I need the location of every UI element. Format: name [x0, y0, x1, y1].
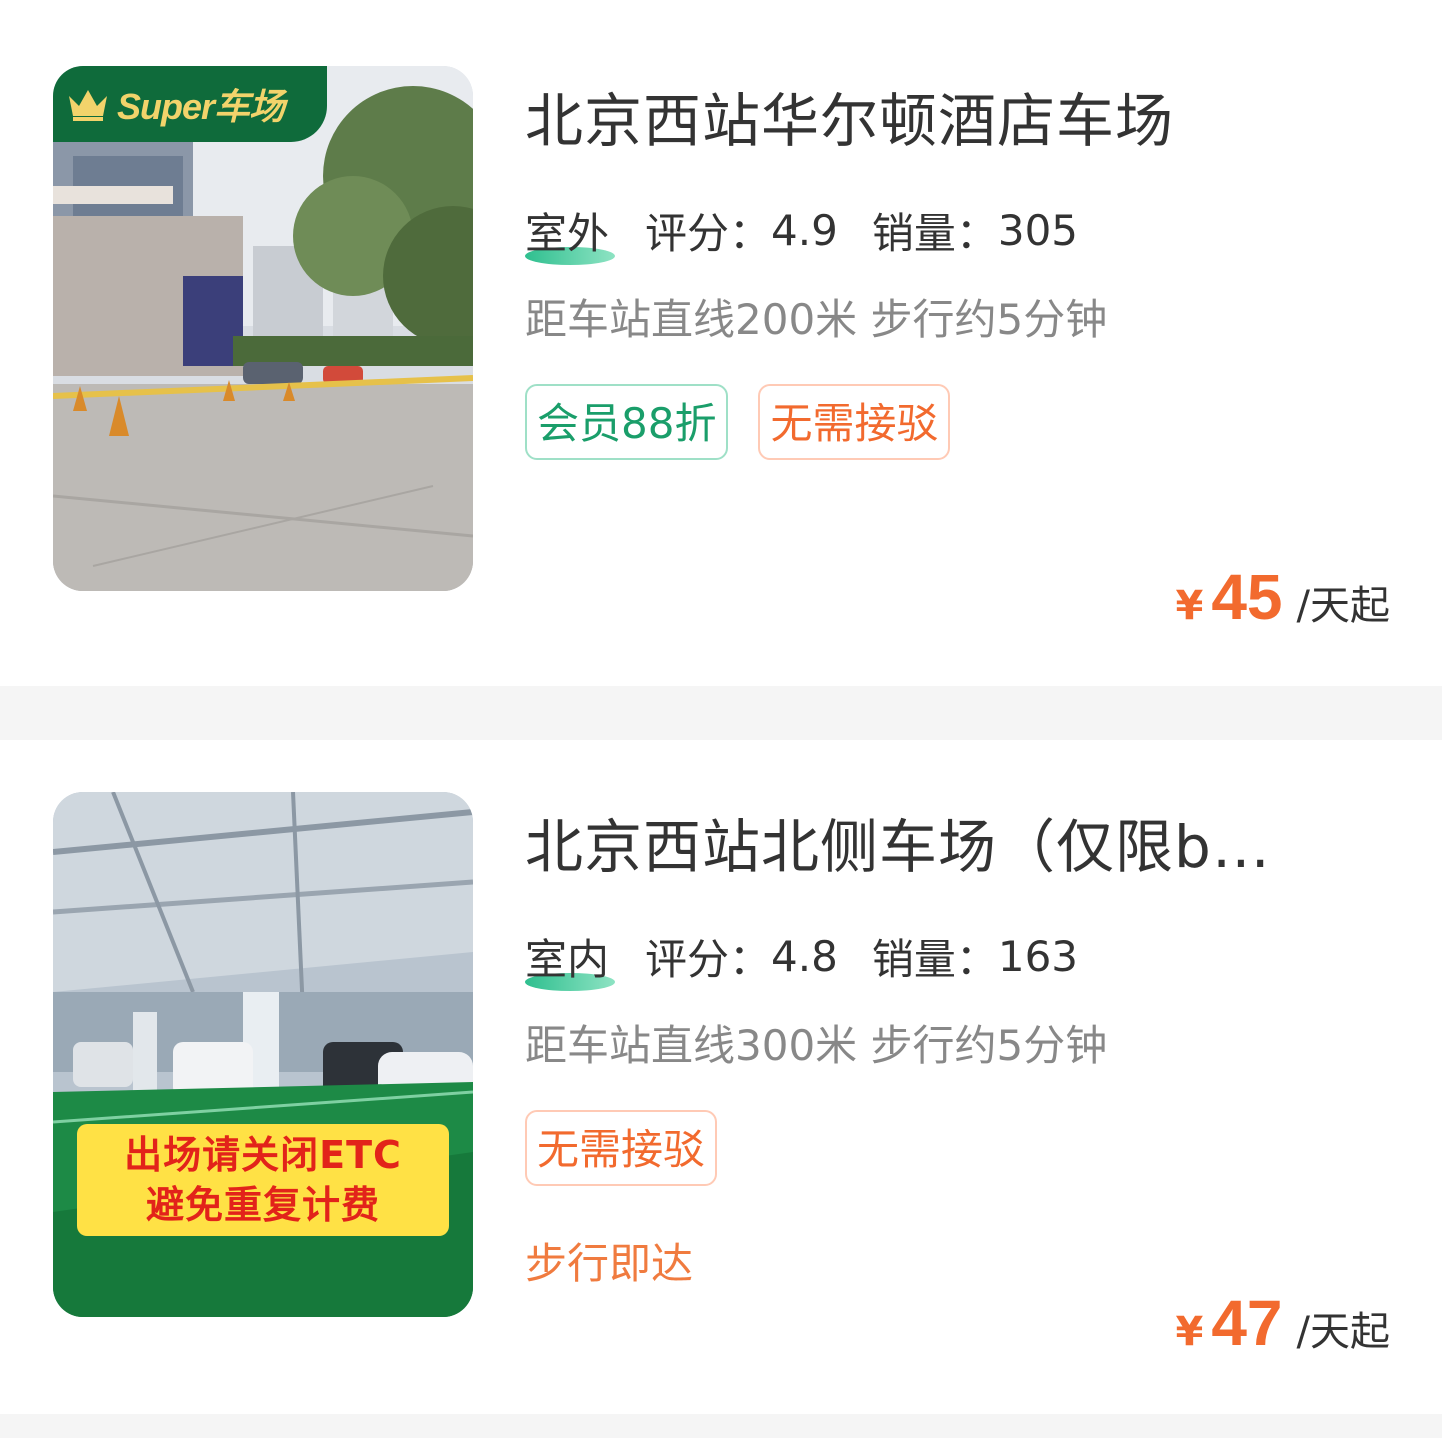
- price-currency: ¥: [1175, 1309, 1204, 1355]
- tag-list: 会员88折 无需接驳: [525, 384, 980, 460]
- banner-line-1: 出场请关闭ETC: [124, 1133, 402, 1177]
- price-currency: ¥: [1175, 583, 1204, 629]
- listing-meta: 室内 评分： 4.8 销量： 163: [525, 926, 1079, 991]
- parking-listing-card[interactable]: 出场请关闭ETC 避免重复计费 北京西站北侧车场（仅限b… 室内 评分： 4.8…: [0, 740, 1442, 1414]
- parking-lot-photo: 出场请关闭ETC 避免重复计费: [53, 792, 473, 1317]
- sales-value: 305: [997, 206, 1079, 255]
- distance-info: 距车站直线200米 步行约5分钟: [525, 295, 1108, 344]
- super-lot-badge: Super车场: [53, 66, 327, 142]
- listing-meta: 室外 评分： 4.9 销量： 305: [525, 200, 1079, 265]
- price: ¥ 45 /天起: [1175, 560, 1390, 634]
- price-unit: /天起: [1296, 1309, 1390, 1355]
- price-unit: /天起: [1296, 583, 1390, 629]
- environment-label: 室内: [525, 926, 615, 991]
- environment-label: 室外: [525, 200, 615, 265]
- banner-line-2: 避免重复计费: [145, 1183, 380, 1227]
- environment-text: 室内: [525, 935, 610, 984]
- parking-listing-card[interactable]: Super车场 北京西站华尔顿酒店车场 室外 评分： 4.9 销量： 305 距…: [0, 0, 1442, 686]
- rating-label: 评分：: [645, 935, 772, 984]
- sales-label: 销量：: [871, 935, 998, 984]
- distance-info: 距车站直线300米 步行约5分钟: [525, 1021, 1108, 1070]
- crown-icon: [69, 90, 107, 121]
- listing-title[interactable]: 北京西站北侧车场（仅限b…: [525, 800, 1285, 884]
- no-shuttle-tag: 无需接驳: [758, 384, 951, 460]
- tag-list: 无需接驳: [525, 1110, 747, 1186]
- rating-value: 4.9: [771, 206, 838, 255]
- badge-text: Super车场: [117, 86, 285, 127]
- price-amount: 45: [1211, 561, 1283, 633]
- member-discount-tag: 会员88折: [525, 384, 729, 460]
- sales-label: 销量：: [871, 209, 998, 258]
- environment-text: 室外: [525, 209, 610, 258]
- price-amount: 47: [1211, 1287, 1283, 1359]
- walk-note: 步行即达: [525, 1239, 694, 1288]
- no-shuttle-tag: 无需接驳: [525, 1110, 718, 1186]
- price: ¥ 47 /天起: [1175, 1286, 1390, 1360]
- indoor-garage-illustration: [53, 792, 473, 1317]
- etc-notice-banner: 出场请关闭ETC 避免重复计费: [77, 1124, 449, 1236]
- parking-lot-photo: Super车场: [53, 66, 473, 591]
- listing-title[interactable]: 北京西站华尔顿酒店车场: [525, 74, 1285, 158]
- outdoor-lot-illustration: [53, 66, 473, 591]
- rating-value: 4.8: [771, 932, 838, 981]
- sales-value: 163: [997, 932, 1079, 981]
- rating-label: 评分：: [645, 209, 772, 258]
